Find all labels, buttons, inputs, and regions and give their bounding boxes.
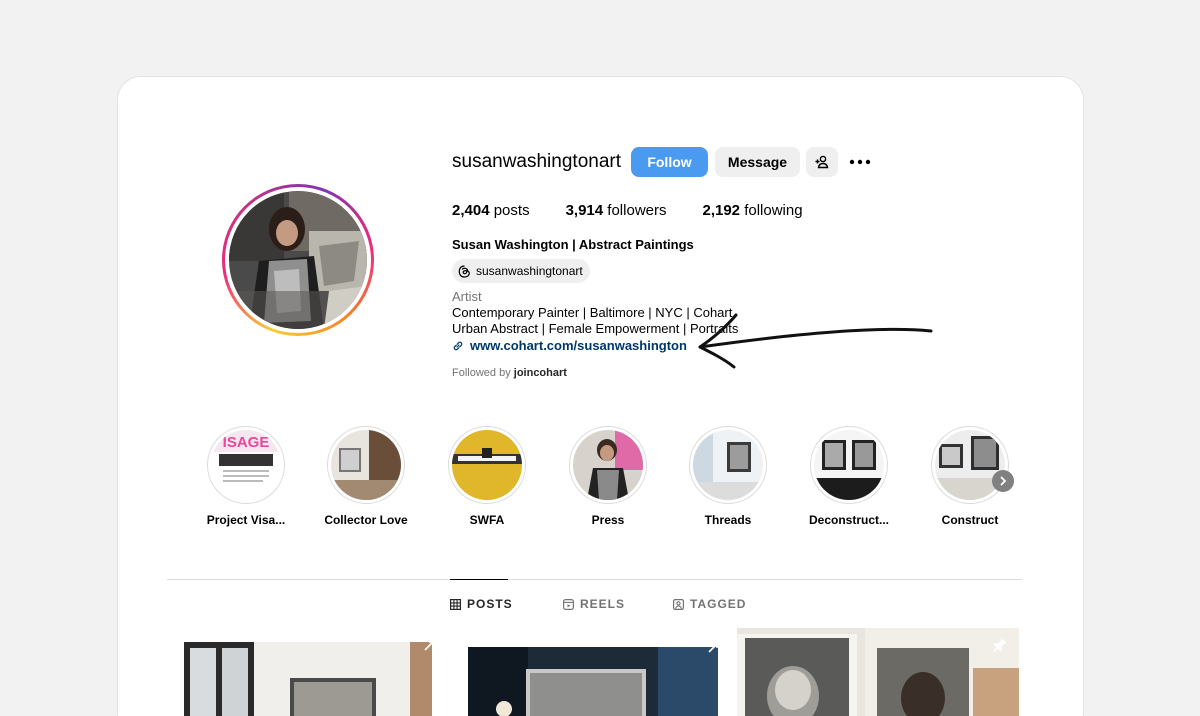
pin-icon: [992, 638, 1007, 653]
highlights-next-button[interactable]: [992, 470, 1014, 492]
profile-avatar[interactable]: [222, 184, 374, 336]
multi-post-icon: [708, 643, 718, 653]
tab-posts[interactable]: POSTS: [450, 597, 513, 611]
profile-card: susanwashingtonart Follow Message 2,404 …: [117, 76, 1084, 716]
follow-button[interactable]: Follow: [631, 147, 708, 177]
threads-badge[interactable]: susanwashingtonart: [452, 259, 590, 283]
link-icon: [453, 341, 463, 350]
highlight-item[interactable]: Deconstruct...: [799, 426, 899, 527]
ellipsis-icon: [849, 159, 871, 165]
tabs-divider: [167, 579, 1022, 580]
post-thumbnail[interactable]: [468, 647, 718, 716]
tab-reels[interactable]: REELS: [563, 597, 625, 611]
profile-link[interactable]: www.cohart.com/susanwashington: [452, 338, 687, 353]
tab-tagged[interactable]: TAGGED: [673, 597, 746, 611]
highlight-item[interactable]: ISAGE Project Visa...: [196, 426, 296, 527]
highlight-item[interactable]: Threads: [678, 426, 778, 527]
profile-username: susanwashingtonart: [452, 151, 621, 172]
followed-by: Followed by joincohart: [452, 367, 567, 379]
message-button[interactable]: Message: [715, 147, 800, 177]
followed-by-user[interactable]: joincohart: [514, 367, 567, 379]
profile-link-text[interactable]: www.cohart.com/susanwashington: [470, 338, 687, 353]
highlight-item[interactable]: Press: [558, 426, 658, 527]
profile-stats: 2,404 posts 3,914 followers 2,192 follow…: [452, 202, 839, 219]
suggest-users-button[interactable]: [806, 147, 838, 177]
posts-stat: 2,404 posts: [452, 202, 530, 219]
more-options-button[interactable]: [846, 147, 874, 177]
highlight-label: Construct: [941, 513, 999, 527]
following-stat[interactable]: 2,192 following: [702, 202, 802, 219]
svg-text:ISAGE: ISAGE: [223, 434, 270, 451]
followers-stat[interactable]: 3,914 followers: [566, 202, 667, 219]
post-thumbnail[interactable]: [737, 628, 1019, 716]
add-person-icon: [815, 155, 829, 169]
multi-post-icon: [424, 641, 434, 651]
profile-full-name: Susan Washington | Abstract Paintings: [452, 237, 694, 252]
active-tab-indicator: [450, 579, 508, 580]
post-thumbnail[interactable]: [184, 642, 432, 716]
grid-icon: [450, 598, 461, 610]
chevron-right-icon: [1000, 476, 1007, 486]
highlight-item[interactable]: Collector Love: [316, 426, 416, 527]
profile-category: Artist: [452, 289, 482, 304]
highlight-label: Project Visa...: [206, 513, 286, 527]
highlight-label: Threads: [704, 513, 752, 527]
highlight-label: Collector Love: [324, 513, 408, 527]
threads-handle: susanwashingtonart: [476, 264, 583, 278]
highlight-item[interactable]: SWFA: [437, 426, 537, 527]
reels-icon: [563, 598, 574, 610]
highlight-label: SWFA: [469, 513, 505, 527]
highlight-label: Press: [591, 513, 625, 527]
annotation-arrow: [698, 313, 933, 369]
threads-icon: [458, 264, 470, 278]
highlight-label: Deconstruct...: [808, 513, 889, 527]
tagged-icon: [673, 598, 684, 610]
